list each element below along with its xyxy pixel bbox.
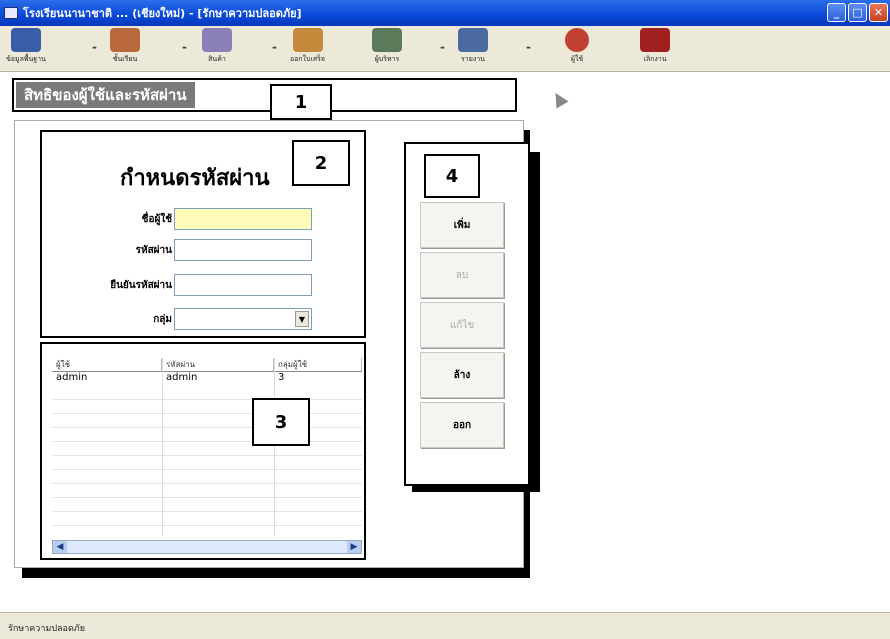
confirm-password-label: ยืนยันรหัสผ่าน — [110, 280, 172, 291]
user-icon — [565, 28, 589, 52]
admin-icon — [372, 28, 402, 52]
group-select[interactable]: ▼ — [174, 308, 312, 330]
grid-divider — [162, 358, 163, 536]
main-toolbar: ข้อมูลพื้นฐาน - ชั้นเรียน - สินค้า - ออก… — [0, 26, 890, 72]
close-button[interactable]: ✕ — [869, 3, 888, 22]
grid-col-password[interactable]: รหัสผ่าน — [162, 358, 274, 371]
maximize-button[interactable]: □ — [848, 3, 867, 22]
minimize-button[interactable]: _ — [827, 3, 846, 22]
app-icon — [4, 7, 18, 19]
report-icon — [458, 28, 488, 52]
horizontal-scrollbar[interactable]: ◀ ▶ — [52, 540, 362, 554]
toolbar-item-class[interactable]: ชั้นเรียน — [110, 28, 140, 65]
status-text: รักษาความปลอดภัย — [8, 624, 86, 634]
password-label: รหัสผ่าน — [135, 245, 172, 256]
grid-header: ผู้ใช้ รหัสผ่าน กลุ่มผู้ใช้ — [52, 358, 362, 372]
toolbar-separator: - — [182, 40, 187, 54]
cell-group: 3 — [278, 372, 285, 383]
callout-3: 3 — [252, 398, 310, 446]
window-title: โรงเรียนนานาชาติ ... (เชียงใหม่) - [รักษ… — [23, 7, 302, 20]
exit-icon — [640, 28, 670, 52]
goods-icon — [202, 28, 232, 52]
toolbar-separator: - — [526, 40, 531, 54]
callout-4: 4 — [424, 154, 480, 198]
toolbar-separator: - — [92, 40, 97, 54]
callout-2: 2 — [292, 140, 350, 186]
receipt-icon — [292, 28, 323, 52]
user-grid-section: ผู้ใช้ รหัสผ่าน กลุ่มผู้ใช้ admin admin … — [40, 342, 366, 560]
window-title-bar: โรงเรียนนานาชาติ ... (เชียงใหม่) - [รักษ… — [0, 0, 890, 26]
callout-1: 1 — [270, 84, 332, 120]
clear-button[interactable]: ล้าง — [420, 352, 504, 398]
permissions-header-bar: สิทธิของผู้ใช้และรหัสผ่าน — [12, 78, 517, 112]
toolbar-separator: - — [272, 40, 277, 54]
toolbar-item-user[interactable]: ผู้ใช้ — [565, 28, 589, 65]
window-controls: _ □ ✕ — [827, 3, 888, 22]
toolbar-item-admin[interactable]: ผู้บริหาร — [372, 28, 402, 65]
scroll-left-icon[interactable]: ◀ — [53, 541, 67, 553]
edit-button[interactable]: แก้ไข — [420, 302, 504, 348]
toolbar-item-goods[interactable]: สินค้า — [202, 28, 232, 65]
delete-button[interactable]: ลบ — [420, 252, 504, 298]
grid-divider — [274, 358, 275, 536]
page-title: สิทธิของผู้ใช้และรหัสผ่าน — [16, 82, 195, 108]
form-title: กำหนดรหัสผ่าน — [120, 166, 270, 191]
status-bar: รักษาความปลอดภัย — [0, 612, 890, 639]
toolbar-item-receipt[interactable]: ออกใบเสร็จ — [290, 28, 325, 65]
username-label: ชื่อผู้ใช้ — [141, 214, 172, 225]
cell-password: admin — [166, 372, 198, 383]
cell-user: admin — [56, 372, 88, 383]
action-buttons-section: 4 เพิ่ม ลบ แก้ไข ล้าง ออก — [404, 142, 530, 486]
book-icon — [10, 28, 41, 52]
toolbar-item-basic-info[interactable]: ข้อมูลพื้นฐาน — [6, 28, 46, 65]
chevron-down-icon[interactable]: ▼ — [295, 311, 309, 327]
table-row[interactable]: admin admin 3 — [52, 372, 362, 383]
grid-empty-rows — [52, 386, 362, 536]
school-icon — [110, 28, 140, 52]
confirm-password-field[interactable] — [174, 274, 312, 296]
exit-button[interactable]: ออก — [420, 402, 504, 448]
username-field[interactable] — [174, 208, 312, 230]
grid-col-user[interactable]: ผู้ใช้ — [52, 358, 162, 371]
password-field[interactable] — [174, 239, 312, 261]
group-label: กลุ่ม — [153, 314, 172, 325]
toolbar-item-report[interactable]: รายงาน — [458, 28, 488, 65]
scroll-right-icon[interactable]: ▶ — [347, 541, 361, 553]
add-button[interactable]: เพิ่ม — [420, 202, 504, 248]
toolbar-separator: - — [440, 40, 445, 54]
grid-col-group[interactable]: กลุ่มผู้ใช้ — [274, 358, 362, 371]
toolbar-item-exit[interactable]: เลิกงาน — [640, 28, 670, 65]
